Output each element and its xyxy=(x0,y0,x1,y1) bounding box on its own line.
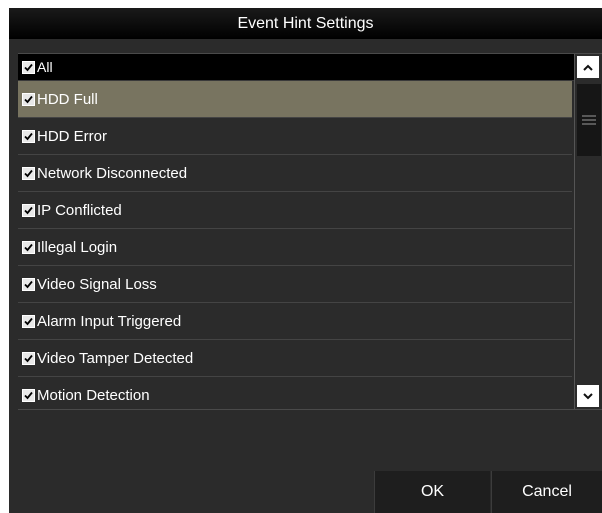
list-item-label: IP Conflicted xyxy=(37,201,122,219)
checkbox-checked-icon[interactable] xyxy=(22,240,35,254)
list-item-label: Alarm Input Triggered xyxy=(37,312,182,330)
checkbox-checked-icon[interactable] xyxy=(22,351,35,365)
checkbox-checked-icon[interactable] xyxy=(22,129,35,143)
grip-lines-icon xyxy=(582,115,596,125)
checkbox-checked-icon[interactable] xyxy=(22,203,35,217)
list-item-ip-conflicted[interactable]: IP Conflicted xyxy=(18,192,572,229)
list-item-network-disconnected[interactable]: Network Disconnected xyxy=(18,155,572,192)
list-item-label: Video Signal Loss xyxy=(37,275,157,293)
list-item-video-signal-loss[interactable]: Video Signal Loss xyxy=(18,266,572,303)
cancel-button[interactable]: Cancel xyxy=(491,471,602,513)
list-item-label: Motion Detection xyxy=(37,386,150,404)
list-item-label: HDD Full xyxy=(37,90,98,108)
checkbox-checked-icon[interactable] xyxy=(22,388,35,402)
scroll-thumb[interactable] xyxy=(577,84,601,156)
scroll-up-button[interactable] xyxy=(577,56,599,78)
list-item-video-tamper-detected[interactable]: Video Tamper Detected xyxy=(18,340,572,377)
chevron-up-icon xyxy=(583,64,593,71)
list-item-label: Network Disconnected xyxy=(37,164,188,182)
dialog-title: Event Hint Settings xyxy=(9,8,602,39)
list-item-hdd-error[interactable]: HDD Error xyxy=(18,118,572,155)
scroll-down-button[interactable] xyxy=(577,385,599,407)
event-hint-settings-dialog: Event Hint Settings All HDD Full HDD Err… xyxy=(9,8,602,513)
checkbox-checked-icon[interactable] xyxy=(22,92,35,106)
list-item-hdd-full[interactable]: HDD Full xyxy=(18,81,572,118)
checkbox-checked-icon[interactable] xyxy=(22,277,35,291)
select-all-checkbox-icon[interactable] xyxy=(22,60,35,74)
list-item-label: Video Tamper Detected xyxy=(37,349,194,367)
checkbox-checked-icon[interactable] xyxy=(22,166,35,180)
select-all-row[interactable]: All xyxy=(18,54,574,81)
event-list: All HDD Full HDD Error Network Disconnec… xyxy=(18,53,602,410)
list-item-motion-detection[interactable]: Motion Detection xyxy=(18,377,572,409)
event-rows: HDD Full HDD Error Network Disconnected … xyxy=(18,81,572,409)
chevron-down-icon xyxy=(583,392,593,399)
select-all-label: All xyxy=(37,59,53,75)
list-item-alarm-input-triggered[interactable]: Alarm Input Triggered xyxy=(18,303,572,340)
checkbox-checked-icon[interactable] xyxy=(22,314,35,328)
list-item-illegal-login[interactable]: Illegal Login xyxy=(18,229,572,266)
ok-button[interactable]: OK xyxy=(374,471,490,513)
list-scrollbar[interactable] xyxy=(574,54,602,409)
list-item-label: Illegal Login xyxy=(37,238,118,256)
list-item-label: HDD Error xyxy=(37,127,107,145)
